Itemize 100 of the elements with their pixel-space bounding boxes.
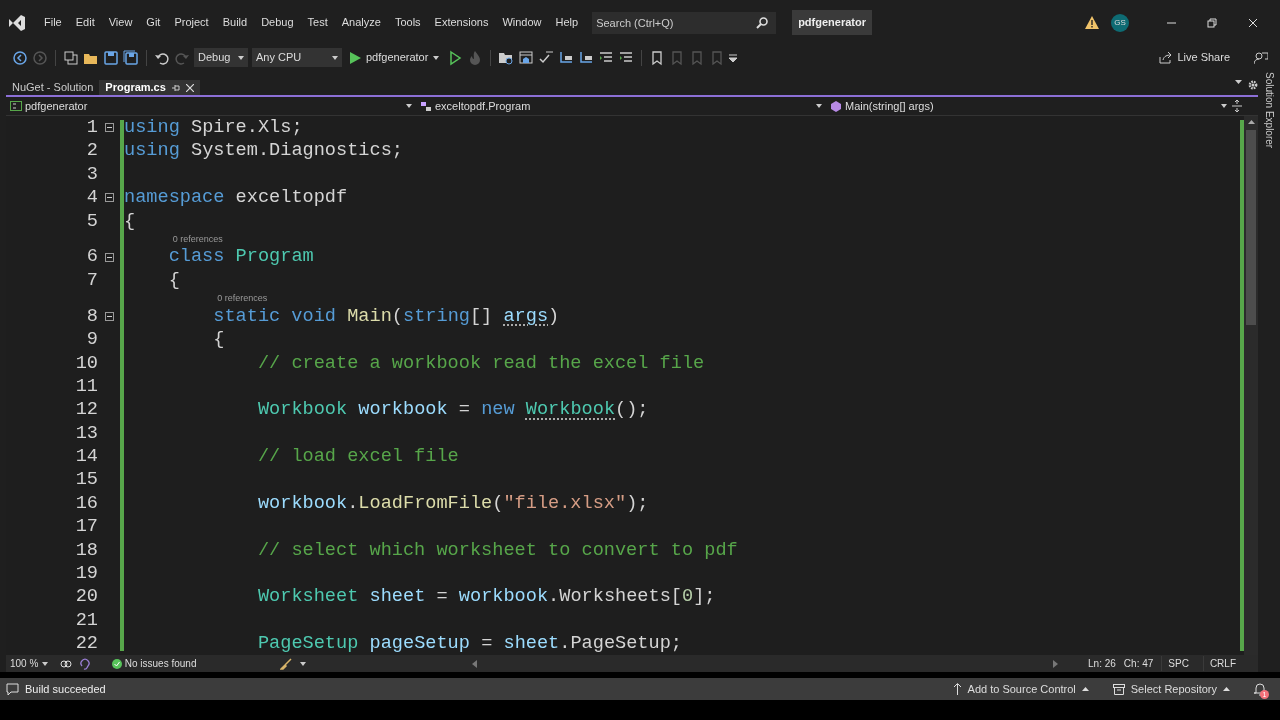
collapse-icon[interactable] (104, 252, 114, 262)
code-token: Workbook (525, 399, 616, 421)
menu-item[interactable]: Extensions (428, 12, 495, 33)
zoom-dropdown[interactable]: 100 % (6, 654, 52, 673)
search-icon[interactable] (756, 16, 769, 29)
code-token: static void (213, 305, 336, 327)
code-token: .Worksheets[ (548, 586, 682, 608)
issues-status[interactable]: No issues found (124, 656, 197, 671)
save-all-icon[interactable] (123, 49, 139, 66)
line-number: 21 (75, 609, 98, 631)
menu-item[interactable]: Edit (69, 12, 101, 33)
checkmark-icon[interactable] (538, 49, 555, 66)
caret-icon (433, 55, 440, 60)
line-number: 19 (75, 563, 98, 585)
platform-dropdown[interactable]: Any CPU (252, 48, 342, 67)
scroll-left-icon[interactable] (472, 659, 478, 668)
code-token: // create a workbook read the excel file (257, 352, 705, 374)
split-icon[interactable] (1231, 100, 1243, 112)
menu-item[interactable]: Project (168, 12, 215, 33)
code-token: args (503, 305, 549, 327)
code-token: string (403, 305, 470, 327)
collapse-icon[interactable] (104, 123, 114, 133)
feedback-icon[interactable] (1254, 50, 1268, 65)
line-ending[interactable]: CRLF (1202, 656, 1242, 671)
csharp-project-icon (10, 101, 22, 111)
line-position[interactable]: Ln: 26 (1088, 656, 1116, 671)
play-icon (350, 51, 361, 64)
scroll-thumb[interactable] (1246, 130, 1256, 325)
code-token: workbook (458, 586, 549, 608)
method-icon (830, 100, 842, 112)
pin-icon[interactable] (171, 83, 180, 92)
code-token: .PageSetup; (559, 633, 682, 655)
code-token: = (458, 399, 470, 421)
back-icon[interactable] (12, 49, 28, 66)
navigation-dropdown[interactable]: exceltopdf.Program (416, 96, 826, 116)
code-lens[interactable]: 0 references (217, 293, 268, 304)
code-token: LoadFromFile (358, 492, 493, 514)
scrollbar[interactable] (1244, 116, 1258, 655)
live-share-button[interactable]: Live Share (1155, 48, 1234, 67)
step-icon[interactable] (578, 49, 595, 66)
caret-icon[interactable] (1235, 80, 1242, 84)
menu-item[interactable]: Analyze (335, 12, 387, 33)
code-token: { (124, 210, 136, 232)
menu-item[interactable]: Help (549, 12, 585, 33)
code-token: 0 (682, 586, 694, 608)
code-token: PageSetup (257, 633, 359, 655)
column-position[interactable]: Ch: 47 (1123, 656, 1154, 671)
menu-item[interactable]: File (38, 12, 68, 33)
caret-icon (1081, 687, 1089, 691)
close-icon[interactable] (1247, 17, 1258, 28)
ear-icon[interactable] (80, 657, 90, 670)
menu-item[interactable]: View (102, 12, 139, 33)
side-panel-tab[interactable]: Solution Explorer (1261, 72, 1277, 152)
menu-item[interactable]: Debug (255, 12, 300, 33)
document-tab[interactable]: NuGet - Solution (6, 80, 100, 95)
settings-icon[interactable] (1248, 80, 1258, 90)
caret-icon (42, 661, 48, 666)
restore-icon[interactable] (1206, 17, 1217, 28)
code-token: exceltopdf (235, 187, 348, 209)
menu-item[interactable]: Git (140, 12, 167, 33)
code-token: workbook (257, 492, 348, 514)
code-token: sheet (369, 586, 426, 608)
code-token: (); (615, 399, 649, 421)
warning-icon[interactable] (1085, 16, 1099, 29)
account-avatar[interactable]: GS (1111, 13, 1129, 32)
configuration-dropdown[interactable]: Debug (194, 48, 248, 67)
search-field[interactable]: Search (Ctrl+Q) (592, 11, 777, 34)
code-lens[interactable]: 0 references (172, 233, 223, 244)
line-number: 22 (75, 633, 98, 655)
collapse-icon[interactable] (104, 311, 114, 321)
caret-icon[interactable] (300, 661, 306, 666)
menu-item[interactable]: Build (216, 12, 254, 33)
overflow-icon[interactable] (729, 53, 738, 62)
menu-item[interactable]: Tools (388, 12, 427, 33)
code-token: ]; (693, 586, 716, 608)
line-number: 20 (75, 586, 98, 608)
window-icon[interactable] (518, 49, 535, 66)
new-item-icon[interactable] (63, 49, 79, 66)
collapse-icon[interactable] (104, 193, 114, 203)
navigation-dropdown[interactable]: Main(string[] args) (826, 96, 1231, 116)
play-outline-icon[interactable] (447, 49, 464, 66)
repository-button[interactable]: Select Repository (1108, 679, 1234, 699)
document-tab[interactable]: Program.cs (99, 80, 200, 95)
code-token: System.Diagnostics; (190, 140, 403, 162)
scroll-right-icon[interactable] (1053, 659, 1059, 668)
navigation-dropdown[interactable]: pdfgenerator (6, 96, 416, 116)
source-control-button[interactable]: Add to Source Control (948, 679, 1093, 699)
code-token: { (213, 329, 225, 351)
code-token: { (168, 269, 180, 291)
start-button[interactable]: pdfgenerator (346, 48, 444, 67)
code-token: using (124, 140, 180, 162)
line-number: 6 (86, 246, 98, 268)
step-icon[interactable] (558, 49, 575, 66)
whitespace-mode[interactable]: SPC (1161, 656, 1195, 671)
brush-icon[interactable] (280, 657, 292, 670)
menu-item[interactable]: Window (496, 12, 548, 33)
menu-item[interactable]: Test (301, 12, 334, 33)
save-icon[interactable] (103, 49, 119, 66)
close-icon[interactable] (185, 83, 194, 92)
line-number: 14 (75, 446, 98, 468)
